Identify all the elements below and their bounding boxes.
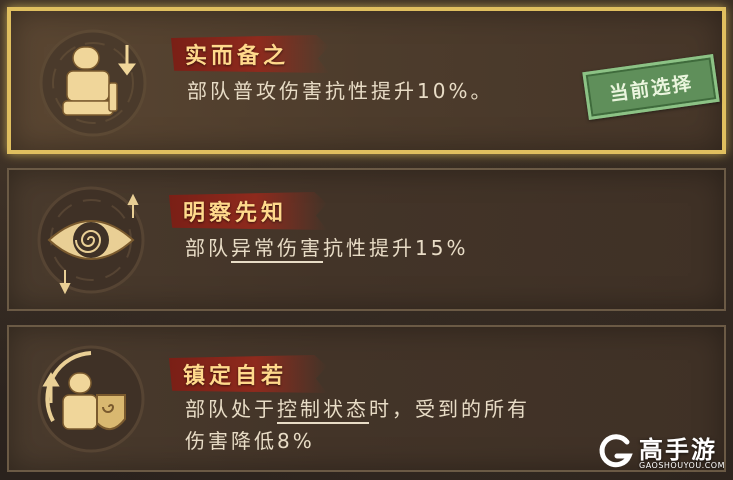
watermark-domain: GAOSHOUYOU.COM — [639, 461, 726, 470]
desc-prefix: 部队 — [185, 236, 231, 260]
current-selection-badge: 当前选择 — [582, 54, 720, 120]
skill-description: 部队异常伤害抗性提升15% — [185, 232, 468, 264]
skill-title: 镇定自若 — [183, 364, 288, 389]
skill-description: 部队处于控制状态时，受到的所有伤害降低8% — [185, 393, 545, 457]
desc-prefix: 部队处于 — [185, 397, 277, 421]
desc-suffix: 抗性提升15% — [323, 236, 469, 260]
skill-title-ribbon: 明察先知 — [169, 192, 328, 230]
armored-soldier-arrow-icon — [39, 29, 147, 137]
skill-card-2[interactable]: 明察先知 部队异常伤害抗性提升15% — [7, 168, 726, 311]
shield-soldier-icon — [37, 345, 145, 453]
skill-title-ribbon: 实而备之 — [171, 35, 330, 73]
skill-title: 实而备之 — [185, 44, 290, 69]
badge-label: 当前选择 — [608, 71, 695, 106]
desc-keyword[interactable]: 异常伤害 — [231, 236, 323, 263]
skill-card-1[interactable]: 实而备之 部队普攻伤害抗性提升10%。 当前选择 — [7, 7, 726, 154]
watermark-name: 高手游 — [639, 436, 717, 464]
skill-description: 部队普攻伤害抗性提升10%。 — [187, 79, 494, 103]
g-logo-icon — [599, 434, 633, 468]
spiral-eye-icon — [37, 186, 145, 295]
skill-title: 明察先知 — [183, 201, 288, 226]
desc-keyword[interactable]: 控制状态 — [277, 397, 369, 424]
skill-title-ribbon: 镇定自若 — [169, 355, 328, 393]
watermark-logo: 高手游 GAOSHOUYOU.COM — [597, 430, 727, 474]
